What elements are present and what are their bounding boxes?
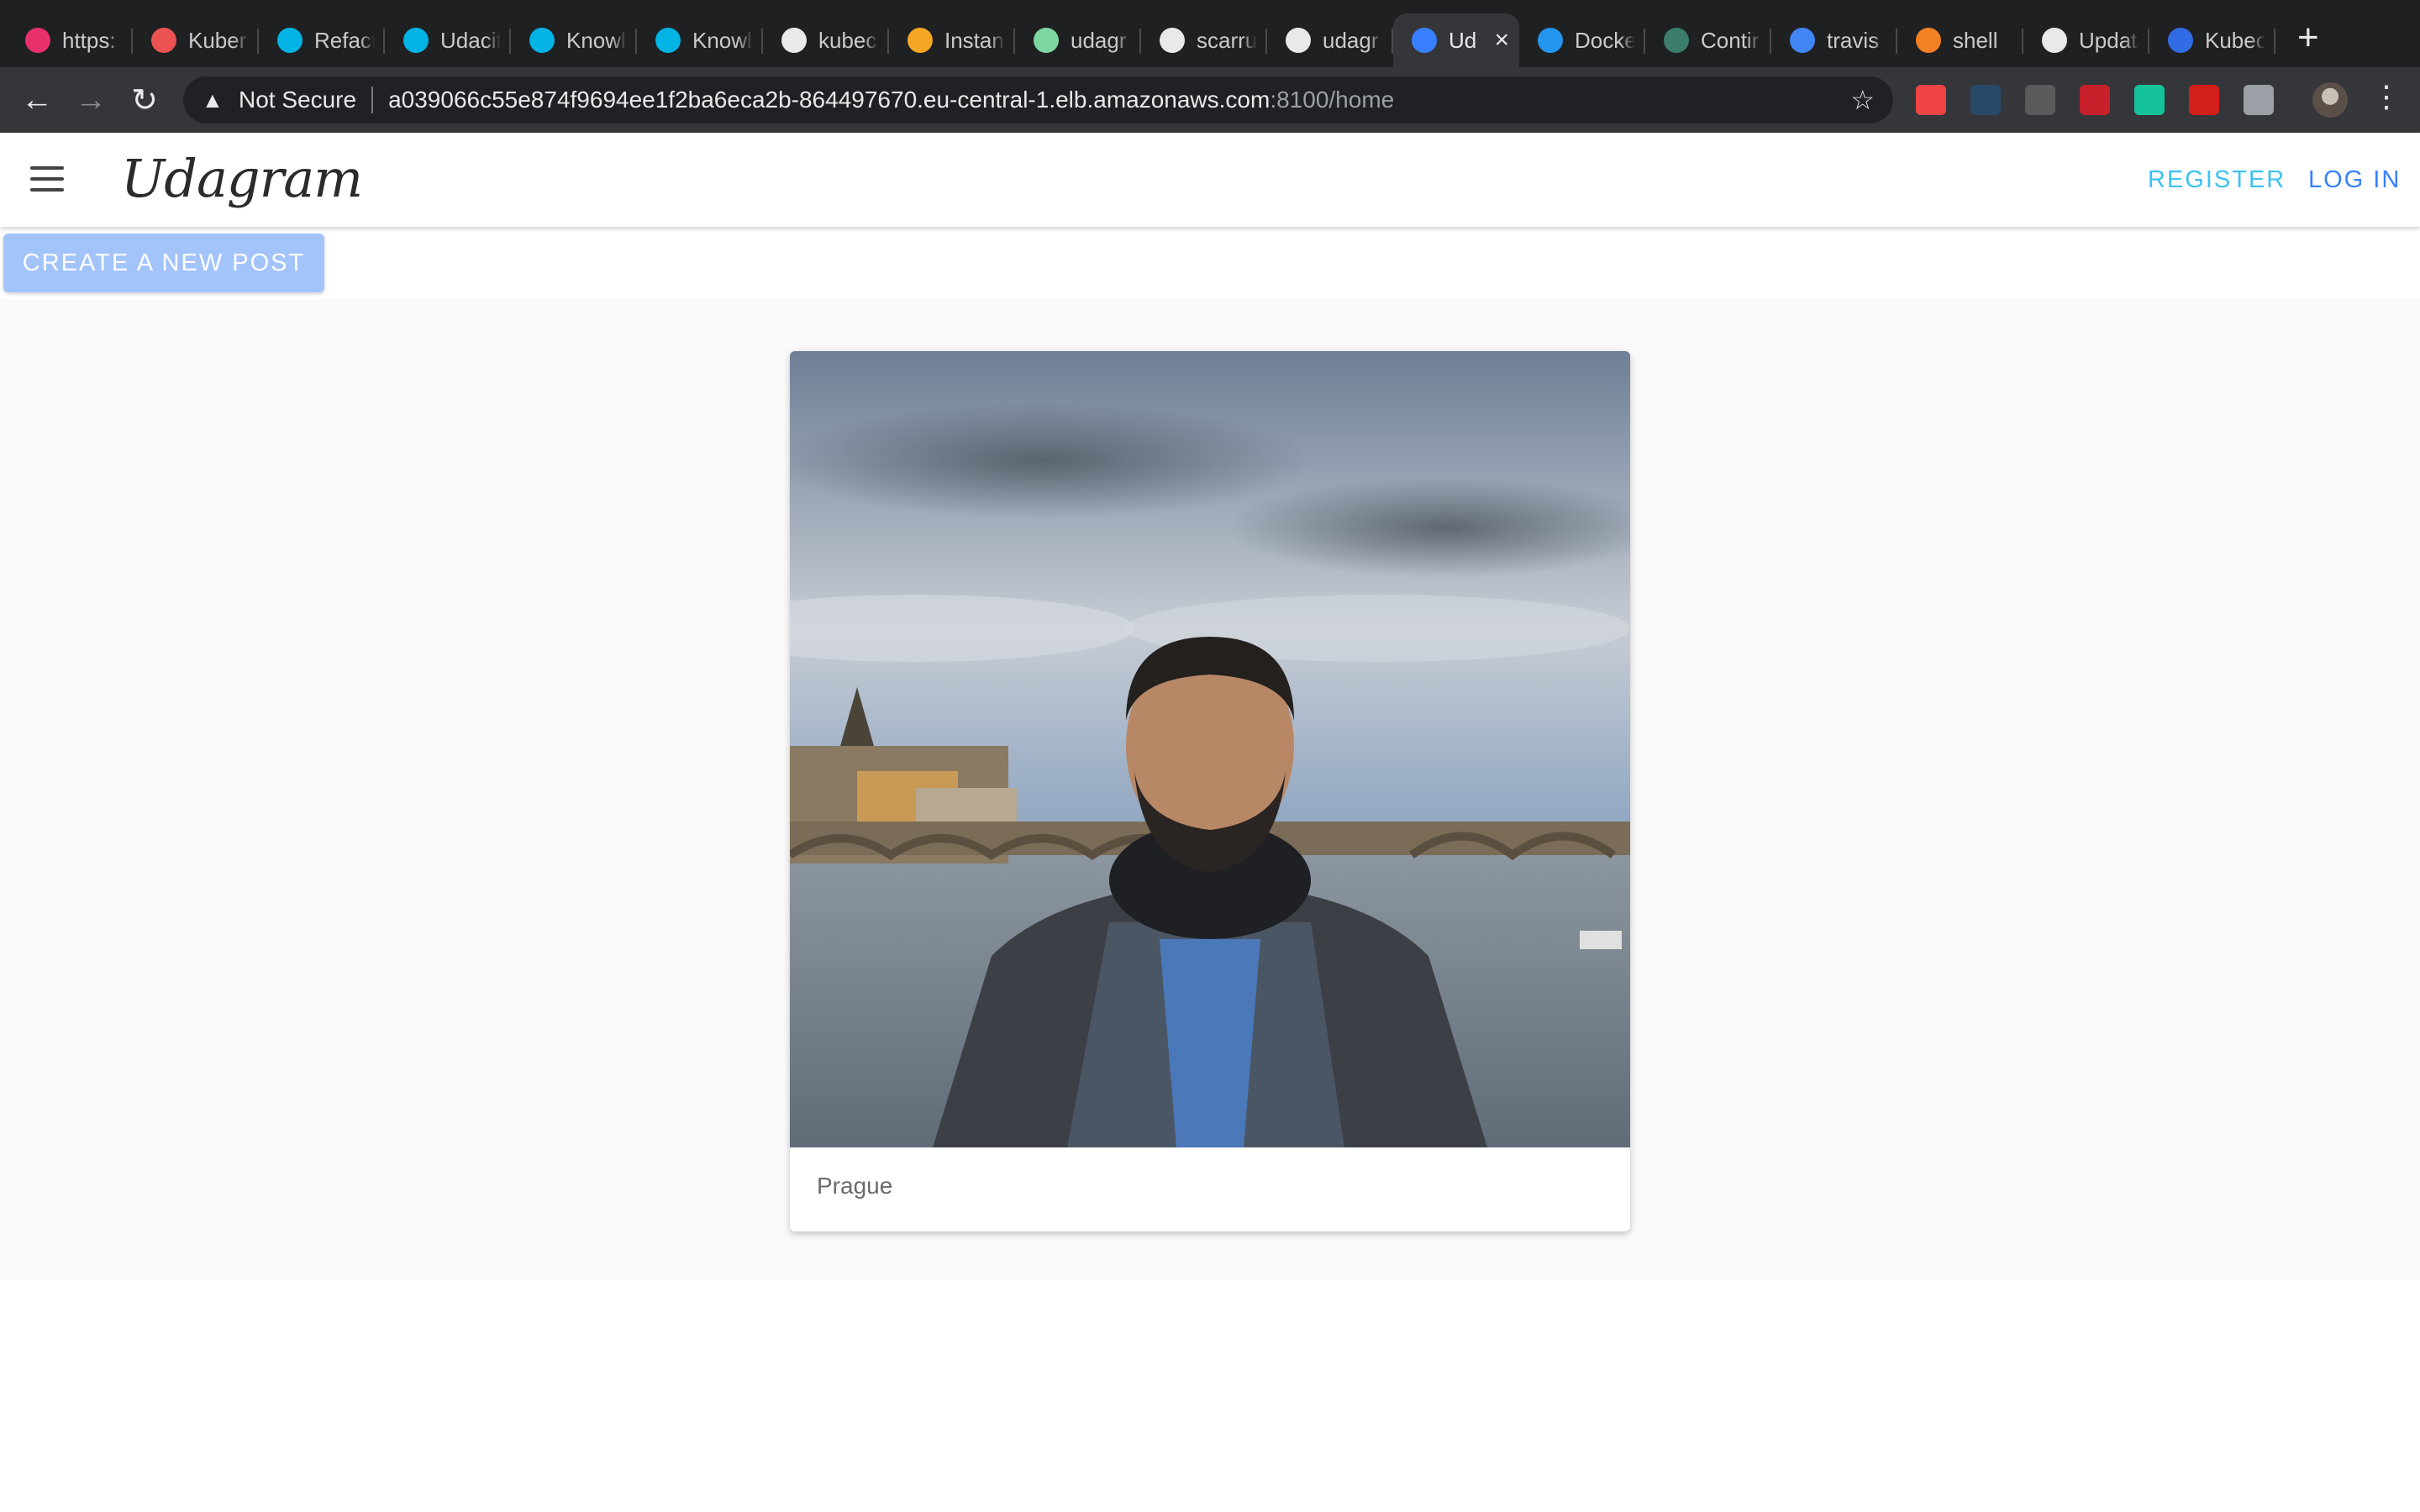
browser-tab[interactable]: Contir	[1645, 13, 1771, 67]
tab-title: travis	[1827, 27, 1880, 53]
url-path: :8100/home	[1270, 87, 1395, 113]
app-header: Udagram REGISTER LOG IN	[0, 133, 2420, 227]
angular-icon	[1034, 28, 1059, 53]
udacity-icon	[655, 28, 681, 53]
tab-title: Kubec	[2205, 27, 2265, 53]
udacity-icon	[403, 28, 429, 53]
docker-icon	[1538, 28, 1563, 53]
browser-tab[interactable]: kubec	[763, 13, 889, 67]
github-icon	[2042, 28, 2067, 53]
google-icon	[1790, 28, 1815, 53]
tab-title: https:	[62, 27, 116, 53]
app-logo[interactable]: Udagram	[121, 148, 363, 209]
address-bar[interactable]: ▲ Not Secure a039066c55e874f9694ee1f2ba6…	[183, 76, 1893, 123]
browser-tab[interactable]: Instan	[889, 13, 1015, 67]
tab-title: Contir	[1701, 27, 1760, 53]
tab-title: shell	[1953, 27, 1998, 53]
warning-icon: ▲	[202, 87, 224, 113]
browser-menu-icon[interactable]: ⋮	[2371, 79, 2402, 114]
tab-title: udagr	[1071, 27, 1127, 53]
profile-avatar[interactable]	[2312, 82, 2348, 118]
udacity-icon[interactable]	[1970, 85, 2001, 115]
tab-title: Refact	[314, 27, 375, 53]
browser-tab[interactable]: Kuber	[133, 13, 259, 67]
feed-card: Prague	[790, 351, 1630, 1231]
close-tab-icon[interactable]: ×	[1494, 26, 1509, 55]
vue-devtools-icon[interactable]	[2244, 85, 2274, 115]
github-icon	[1286, 28, 1311, 53]
tab-title: Knowl	[566, 27, 626, 53]
menu-icon[interactable]	[30, 166, 64, 192]
udacity-icon	[529, 28, 555, 53]
browser-tab[interactable]: Refact	[259, 13, 385, 67]
back-button[interactable]: ←	[10, 73, 64, 127]
browser-tab[interactable]: Knowl	[637, 13, 763, 67]
tab-title: kubec	[818, 27, 877, 53]
browser-tab[interactable]: Kubec	[2149, 13, 2275, 67]
security-label: Not Secure	[239, 87, 357, 113]
cors-icon[interactable]	[2080, 85, 2110, 115]
create-post-bar: CREATE A NEW POST	[0, 227, 2420, 299]
circleci-icon	[1664, 28, 1689, 53]
udacity-icon	[277, 28, 302, 53]
divider	[371, 87, 374, 113]
tab-title: scarru	[1197, 27, 1257, 53]
aws-box-icon	[908, 28, 933, 53]
feed-photo	[790, 351, 1630, 1147]
color-wheel-icon[interactable]	[1916, 85, 1946, 115]
tab-title: Knowl	[692, 27, 752, 53]
udemy-icon	[151, 28, 176, 53]
kubernetes-icon	[2168, 28, 2193, 53]
extensions-area	[1916, 79, 2298, 121]
login-link[interactable]: LOG IN	[2308, 166, 2401, 194]
r4r-icon	[25, 28, 50, 53]
forward-button[interactable]: →	[64, 73, 118, 127]
grammarly-icon[interactable]	[2134, 85, 2165, 115]
browser-tab[interactable]: travis	[1771, 13, 1897, 67]
browser-tab[interactable]: https:	[7, 13, 133, 67]
browser-tab[interactable]: Docke	[1519, 13, 1645, 67]
browser-tab[interactable]: scarru	[1141, 13, 1267, 67]
facebook-icon[interactable]	[2025, 85, 2055, 115]
stackoverflow-icon	[1916, 28, 1941, 53]
tab-title: Instan	[944, 27, 1004, 53]
tab-title: Kuber	[188, 27, 247, 53]
ionic-icon	[1412, 28, 1437, 53]
tab-title: Updat	[2079, 27, 2138, 53]
create-post-button[interactable]: CREATE A NEW POST	[3, 234, 324, 292]
browser-tab[interactable]: Knowl	[511, 13, 637, 67]
url-host: a039066c55e874f9694ee1f2ba6eca2b-8644976…	[388, 87, 1270, 113]
register-link[interactable]: REGISTER	[2148, 166, 2286, 194]
tab-title: udagr	[1323, 27, 1379, 53]
browser-toolbar: ← → ↻ ▲ Not Secure a039066c55e874f9694ee…	[0, 67, 2420, 133]
tab-title: Docke	[1575, 27, 1635, 53]
reload-button[interactable]: ↻	[118, 73, 171, 127]
acrobat-icon[interactable]	[2189, 85, 2219, 115]
github-icon	[1160, 28, 1185, 53]
browser-tab[interactable]: shell	[1897, 13, 2023, 67]
browser-tab[interactable]: Updat	[2023, 13, 2149, 67]
feed: Prague	[0, 299, 2420, 1280]
browser-tab-strip: https: Kuber Refact Udacit Knowl Knowl kubec In…	[0, 0, 2420, 67]
github-icon	[781, 28, 807, 53]
browser-tab[interactable]: udagr	[1267, 13, 1393, 67]
browser-tab[interactable]: Ud ×	[1393, 13, 1519, 67]
bookmark-star-icon[interactable]: ☆	[1850, 84, 1875, 116]
tab-title: Udacit	[440, 27, 501, 53]
new-tab-icon[interactable]: +	[2297, 17, 2319, 59]
tab-title: Ud	[1449, 27, 1477, 53]
post-caption: Prague	[817, 1173, 893, 1199]
browser-tab[interactable]: udagr	[1015, 13, 1141, 67]
browser-tab[interactable]: Udacit	[385, 13, 511, 67]
